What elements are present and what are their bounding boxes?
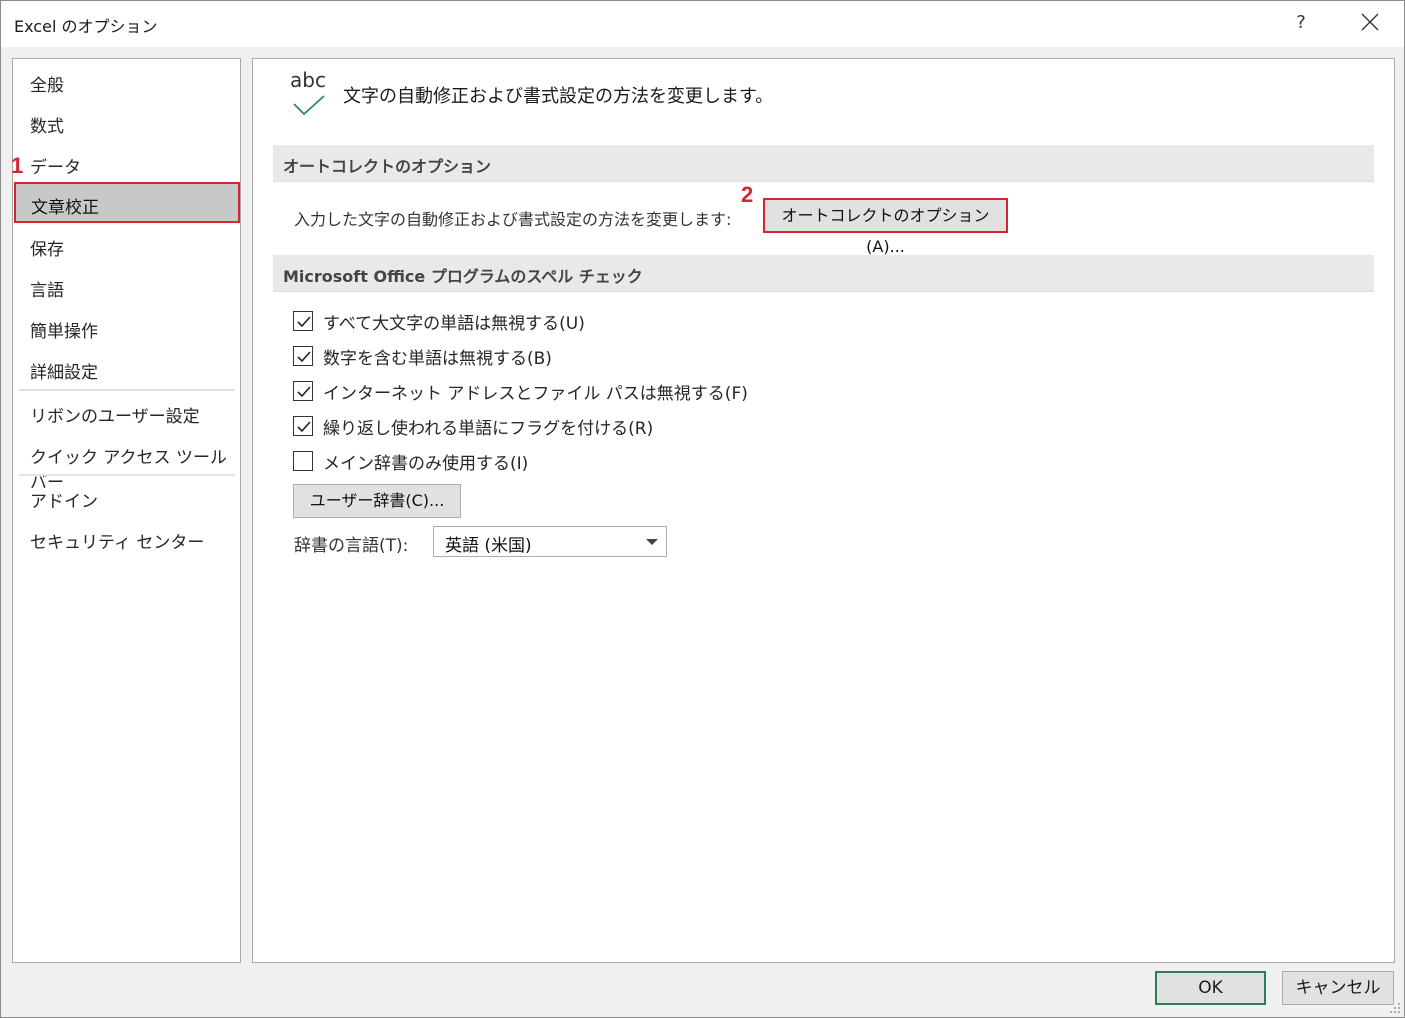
- spelling-abc-icon: abc: [290, 68, 332, 118]
- check-icon: [297, 421, 311, 433]
- sidebar-item-save[interactable]: 保存: [30, 235, 64, 260]
- section-header-autocorrect: オートコレクトのオプション: [273, 145, 1374, 182]
- step-marker-2: 2: [741, 182, 754, 207]
- chevron-down-icon: [646, 539, 658, 545]
- sidebar-item-advanced[interactable]: 詳細設定: [30, 358, 98, 383]
- sidebar-item-formulas[interactable]: 数式: [30, 112, 64, 137]
- sidebar-item-proofing-label: 文章校正: [31, 198, 99, 218]
- sidebar-divider: [19, 389, 235, 391]
- ok-button[interactable]: OK: [1155, 971, 1266, 1005]
- checkbox[interactable]: [293, 311, 313, 331]
- checkbox-label: メイン辞書のみ使用する(I): [323, 454, 529, 474]
- sidebar-item-proofing[interactable]: 文章校正: [14, 182, 240, 223]
- sidebar-item-language[interactable]: 言語: [30, 276, 64, 301]
- sidebar-item-data[interactable]: データ: [30, 153, 81, 178]
- autocorrect-options-button[interactable]: オートコレクトのオプション(A)...: [763, 198, 1008, 256]
- excel-options-dialog: Excel のオプション ? 全般 数式 データ 文章校正 保存 言語 簡単操作…: [0, 0, 1405, 1018]
- section-title: オートコレクトのオプション: [283, 157, 492, 176]
- page-description: 文字の自動修正および書式設定の方法を変更します。: [343, 86, 774, 107]
- sidebar-item-addins[interactable]: アドイン: [30, 487, 98, 512]
- section-header-spelling: Microsoft Office プログラムのスペル チェック: [273, 255, 1374, 292]
- title-bar: Excel のオプション ?: [1, 1, 1404, 47]
- window-title: Excel のオプション: [14, 17, 158, 36]
- dictionary-language-value: 英語 (米国): [445, 536, 532, 556]
- sidebar-item-accessibility[interactable]: 簡単操作: [30, 317, 98, 342]
- sidebar-item-trust-center[interactable]: セキュリティ センター: [30, 528, 204, 553]
- sidebar-item-general[interactable]: 全般: [30, 71, 64, 96]
- autocorrect-description: 入力した文字の自動修正および書式設定の方法を変更します:: [294, 210, 732, 229]
- checkbox-label: すべて大文字の単語は無視する(U): [323, 314, 585, 334]
- checkbox-label: インターネット アドレスとファイル パスは無視する(F): [323, 384, 748, 404]
- checkbox-label: 繰り返し使われる単語にフラグを付ける(R): [323, 419, 654, 439]
- check-icon: [297, 386, 311, 398]
- sidebar-item-customize-ribbon[interactable]: リボンのユーザー設定: [30, 402, 200, 427]
- resize-grip-icon[interactable]: [1389, 1002, 1401, 1014]
- cancel-button[interactable]: キャンセル: [1282, 971, 1394, 1005]
- abc-icon-text: abc: [290, 68, 326, 92]
- checkbox[interactable]: [293, 416, 313, 436]
- dictionary-language-label: 辞書の言語(T):: [294, 536, 409, 556]
- checkbox[interactable]: [293, 451, 313, 471]
- section-title: Microsoft Office プログラムのスペル チェック: [283, 267, 643, 286]
- step-marker-1: 1: [11, 153, 24, 178]
- check-icon: [297, 351, 311, 363]
- check-icon: [297, 316, 311, 328]
- close-button[interactable]: [1355, 9, 1385, 37]
- close-icon: [1361, 13, 1379, 31]
- dictionary-language-select[interactable]: 英語 (米国): [433, 526, 667, 557]
- checkbox[interactable]: [293, 346, 313, 366]
- sidebar-divider: [19, 474, 235, 476]
- checkmark-icon: [293, 95, 325, 116]
- sidebar-nav: 全般 数式 データ 文章校正 保存 言語 簡単操作 詳細設定 リボンのユーザー設…: [12, 58, 241, 963]
- sidebar-item-quick-access-toolbar[interactable]: クイック アクセス ツール バー: [30, 443, 240, 493]
- checkbox-label: 数字を含む単語は無視する(B): [323, 349, 552, 369]
- help-button[interactable]: ?: [1289, 9, 1313, 37]
- custom-dictionaries-button[interactable]: ユーザー辞書(C)...: [293, 484, 461, 518]
- proofing-panel: abc 文字の自動修正および書式設定の方法を変更します。 オートコレクトのオプシ…: [252, 58, 1395, 963]
- checkbox[interactable]: [293, 381, 313, 401]
